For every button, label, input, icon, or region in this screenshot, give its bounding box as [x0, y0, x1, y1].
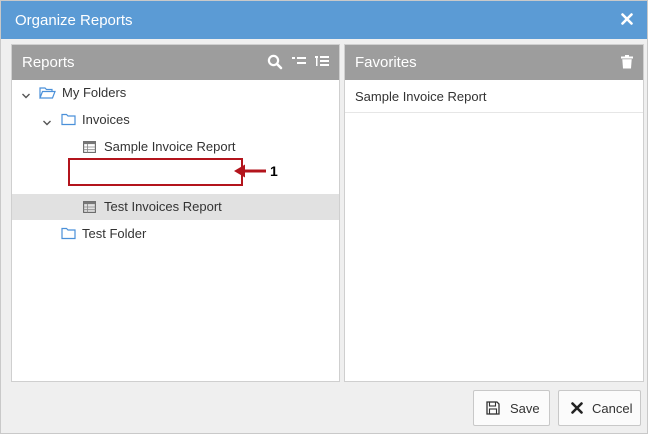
favorites-item-label: Sample Invoice Report	[355, 88, 487, 104]
favorites-panel-title: Favorites	[355, 54, 417, 71]
tree-label-my-folders: My Folders	[62, 85, 127, 100]
dialog-footer: Save Cancel	[1, 385, 647, 433]
tree-node-sample-invoice-report[interactable]: Sample Invoice Report	[12, 134, 339, 160]
reports-panel-title: Reports	[22, 54, 75, 71]
tree-node-test-folder[interactable]: Test Folder	[12, 221, 339, 247]
favorites-panel: Favorites Sample Invoice Report	[344, 44, 644, 382]
expand-all-icon[interactable]	[312, 52, 332, 72]
dialog-titlebar: Organize Reports	[1, 1, 647, 39]
folder-icon	[61, 227, 76, 243]
report-icon	[83, 141, 96, 156]
tree-label-invoices: Invoices	[82, 112, 130, 127]
chevron-down-icon[interactable]	[42, 116, 52, 126]
tree-node-invoices[interactable]: Invoices	[12, 107, 339, 133]
folder-open-icon	[39, 86, 56, 103]
tree-node-my-folders[interactable]: My Folders	[12, 80, 339, 106]
save-button[interactable]: Save	[473, 390, 550, 426]
tree-label-sample-invoice-report: Sample Invoice Report	[104, 139, 236, 154]
organize-reports-dialog: Organize Reports Reports My Folders Invo…	[0, 0, 648, 434]
annotation-callout-number: 1	[270, 163, 278, 179]
save-icon	[486, 401, 500, 418]
annotation-highlight-box	[68, 158, 243, 186]
annotation-arrow-icon	[232, 163, 268, 184]
search-icon[interactable]	[265, 52, 285, 72]
chevron-down-icon[interactable]	[21, 89, 31, 99]
cancel-x-icon	[571, 402, 583, 417]
favorites-list-item[interactable]: Sample Invoice Report	[345, 80, 643, 113]
save-label: Save	[510, 401, 540, 416]
cancel-label: Cancel	[592, 401, 633, 416]
tree-label-test-invoices-report: Test Invoices Report	[104, 199, 222, 214]
tree-label-test-folder: Test Folder	[82, 226, 147, 241]
folder-icon	[61, 113, 76, 129]
cancel-button[interactable]: Cancel	[558, 390, 641, 426]
collapse-all-icon[interactable]	[289, 52, 309, 72]
favorites-panel-header: Favorites	[345, 45, 643, 80]
trash-icon[interactable]	[617, 52, 637, 72]
report-icon	[83, 201, 96, 216]
dialog-title: Organize Reports	[15, 12, 133, 29]
close-icon[interactable]	[617, 9, 637, 29]
reports-panel: Reports My Folders Invoices Sample Invoi…	[11, 44, 340, 382]
reports-panel-header: Reports	[12, 45, 339, 80]
tree-node-test-invoices-report-row[interactable]: Test Invoices Report	[12, 194, 339, 220]
